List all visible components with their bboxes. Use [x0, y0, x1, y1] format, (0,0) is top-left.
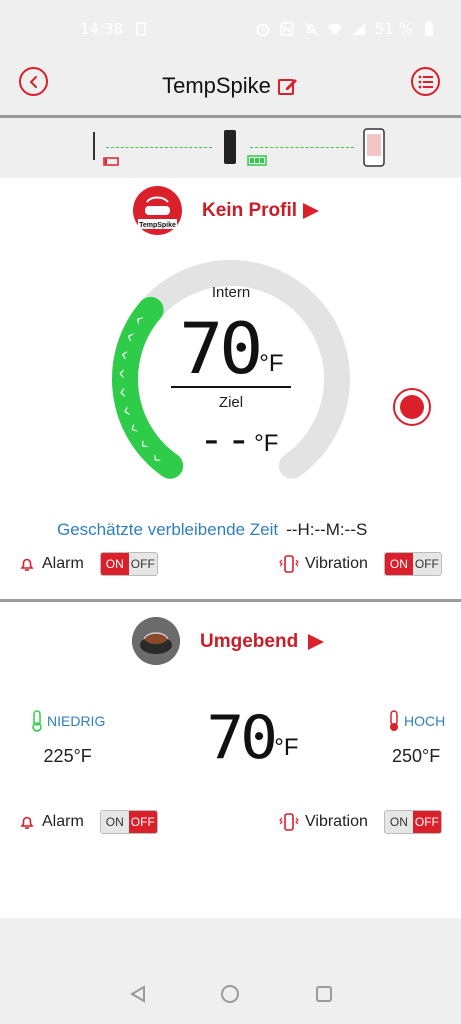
record-button[interactable]	[393, 388, 431, 426]
alarm-label: Alarm	[42, 555, 84, 572]
target-temp[interactable]: -- °F	[198, 417, 279, 463]
mute-bell-icon	[304, 22, 318, 36]
internal-temp-value: 70	[179, 308, 263, 390]
connection-strip	[0, 118, 461, 178]
battery-icon	[425, 21, 433, 36]
nfc-icon	[280, 22, 294, 36]
low-limit-head: NIEDRIG	[30, 710, 105, 732]
toggle-off[interactable]: OFF	[412, 811, 441, 833]
vibration-label: Vibration	[305, 813, 368, 830]
probe-vibration-toggle[interactable]: ON OFF	[383, 552, 442, 576]
remaining-time-label: Geschätzte verbleibende Zeit	[57, 520, 279, 539]
repeater-battery-icon	[224, 130, 267, 166]
toggle-on[interactable]: ON	[384, 811, 413, 833]
high-label: HOCH	[404, 713, 446, 729]
play-arrow-icon	[303, 203, 320, 219]
thermometer-high-icon	[390, 710, 398, 731]
high-limit-head: HOCH	[387, 710, 445, 732]
wifi-icon	[327, 24, 342, 35]
ambient-alarm-toggle[interactable]: ON OFF	[99, 810, 158, 834]
low-value: 225°F	[43, 746, 92, 766]
back-triangle-icon[interactable]	[128, 984, 148, 1004]
svg-text:TempSpike: TempSpike	[139, 222, 176, 229]
probe-vibration-row: Vibration ON OFF	[279, 552, 442, 576]
target-label: Ziel	[218, 394, 244, 411]
phone-link-line	[250, 147, 354, 148]
menu-button[interactable]	[411, 67, 440, 96]
toggle-off[interactable]: OFF	[412, 553, 441, 575]
vibration-icon	[279, 813, 299, 831]
profile-name-label: Kein Profil	[202, 200, 298, 221]
target-temp-value: --	[198, 417, 254, 463]
ambient-vibration-row: Vibration ON OFF	[279, 810, 442, 834]
high-value: 250°F	[392, 746, 441, 766]
chevron-left-icon	[29, 75, 37, 88]
temp-divider	[171, 386, 291, 388]
ambient-card: Umgebend NIEDRIG 225°F 70 °F HOCH 250°F …	[0, 602, 461, 918]
system-nav-bar	[0, 918, 461, 1024]
probe-low-battery-icon	[93, 132, 119, 166]
ambient-selector[interactable]: Umgebend	[200, 631, 325, 653]
internal-label: Intern	[211, 284, 251, 301]
probe-link-line	[106, 147, 212, 148]
status-bar: 14:38 51 %	[0, 0, 461, 58]
bell-icon	[20, 816, 34, 829]
toggle-on[interactable]: ON	[100, 553, 129, 575]
toggle-on[interactable]: ON	[100, 811, 129, 833]
profile-selector[interactable]: Kein Profil	[202, 200, 320, 222]
internal-temp-unit: °F	[259, 350, 284, 377]
phone-icon	[363, 128, 385, 167]
ambient-name-label: Umgebend	[200, 631, 299, 652]
record-icon	[400, 395, 424, 419]
alarm-label: Alarm	[42, 813, 84, 830]
thermometer-low-icon	[32, 710, 42, 732]
list-icon	[418, 75, 433, 88]
back-button[interactable]	[19, 67, 48, 96]
grill-avatar	[132, 617, 180, 665]
low-limit[interactable]: NIEDRIG 225°F	[30, 710, 105, 767]
bell-icon	[20, 558, 34, 571]
gauge-arrow-mark: ^	[118, 385, 135, 399]
ambient-alarm-row: Alarm ON OFF	[18, 810, 158, 834]
toggle-off[interactable]: OFF	[128, 553, 157, 575]
recents-square-icon[interactable]	[314, 984, 334, 1004]
play-arrow-icon	[308, 634, 325, 650]
vibration-icon	[279, 555, 299, 573]
ambient-temp-unit: °F	[274, 734, 299, 761]
low-label: NIEDRIG	[47, 713, 106, 729]
high-limit[interactable]: HOCH 250°F	[387, 710, 445, 767]
remaining-time-row: Geschätzte verbleibende Zeit --H:--M:--S	[57, 520, 367, 540]
status-time: 14:38	[80, 20, 124, 38]
ambient-vibration-toggle[interactable]: ON OFF	[383, 810, 442, 834]
probe-alarm-toggle[interactable]: ON OFF	[99, 552, 158, 576]
ambient-temp: 70 °F	[206, 703, 299, 773]
app-header: TempSpike	[0, 58, 461, 115]
ambient-temp-value: 70	[206, 703, 278, 773]
remaining-time-value: --H:--M:--S	[286, 520, 368, 539]
toggle-on[interactable]: ON	[384, 553, 413, 575]
vibration-label: Vibration	[305, 555, 368, 572]
edit-icon[interactable]	[277, 75, 299, 97]
alarm-clock-icon	[256, 23, 270, 37]
probe-card: TempSpike Kein Profil ^ ^ ^ ^ ^ ^ ^ ^ ^ Intern 7…	[0, 178, 461, 600]
title-text: TempSpike	[162, 72, 271, 98]
probe-alarm-row: Alarm ON OFF	[18, 552, 158, 576]
tempspike-logo: TempSpike	[133, 186, 182, 235]
target-temp-unit: °F	[254, 430, 279, 457]
page-title: TempSpike	[162, 73, 299, 99]
battery-percent: 51 %	[374, 20, 413, 38]
toggle-off[interactable]: OFF	[128, 811, 157, 833]
gauge-arrow-mark: ^	[118, 368, 135, 381]
signal-icon	[352, 23, 365, 35]
sim-card-icon	[136, 22, 146, 36]
home-circle-icon[interactable]	[220, 984, 240, 1004]
internal-temp: 70 °F	[179, 308, 284, 390]
